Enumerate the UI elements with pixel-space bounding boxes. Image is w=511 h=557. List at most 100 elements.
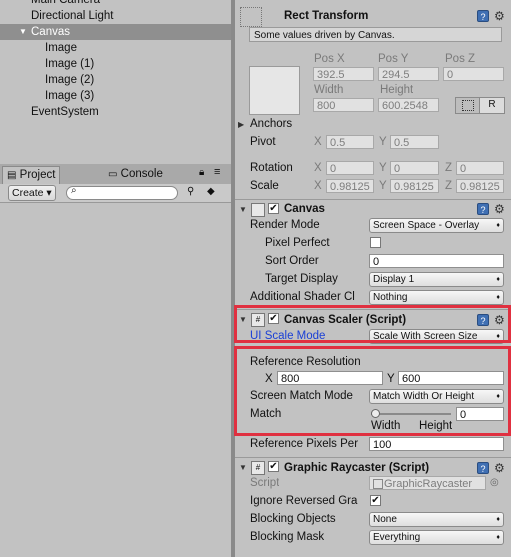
match-label: Match [250,408,282,420]
pivot-x-field[interactable]: 0.5 [326,135,374,149]
ref-x-field[interactable]: 800 [277,371,383,385]
graphic-raycaster-enabled-checkbox[interactable]: ✔ [268,461,279,472]
search-icon: ⌕ [71,185,77,196]
hierarchy-item-image-3[interactable]: Image (3) [45,88,94,104]
driven-notice: Some values driven by Canvas. [249,27,502,42]
match-height-label: Height [419,420,453,432]
scale-z-field[interactable]: 0.98125 [456,179,504,193]
rect-transform-title: Rect Transform [284,10,369,22]
shader-channels-label: Additional Shader Cl [250,291,355,303]
rotation-label: Rotation [250,162,293,174]
pixel-perfect-checkbox[interactable] [370,237,381,248]
graphic-raycaster-fold-icon[interactable]: ▼ [239,463,247,473]
object-picker-icon[interactable]: ◎ [490,477,499,488]
scale-y-field[interactable]: 0.98125 [390,179,439,193]
screen-match-mode-dropdown[interactable]: Match Width Or Height ♦ [369,389,504,404]
canvas-fold-icon[interactable]: ▼ [239,205,247,215]
height-label: Height [380,84,414,96]
rot-y-field[interactable]: 0 [390,161,439,175]
reference-pixels-label: Reference Pixels Per [250,438,359,450]
match-slider-track[interactable] [371,413,451,415]
menu-icon[interactable]: ≡ [214,166,220,178]
lock-icon[interactable]: 🔒︎ [199,167,204,178]
graphic-raycaster-title: Graphic Raycaster (Script) [284,462,430,474]
rot-x-field[interactable]: 0 [326,161,374,175]
search-input[interactable]: ⌕ [66,185,178,200]
dropdown-arrow-icon: ♦ [496,516,500,523]
canvas-component-header[interactable]: ▼ ✔ Canvas ? ⚙ [235,199,511,218]
hierarchy-item-directional-light[interactable]: Directional Light [31,8,113,24]
rot-z-field[interactable]: 0 [456,161,504,175]
canvas-enabled-checkbox[interactable]: ✔ [268,203,279,214]
pos-y-label: Pos Y [378,53,409,65]
gear-icon[interactable]: ⚙ [494,314,505,326]
ui-scale-mode-label: UI Scale Mode [250,330,326,342]
canvas-scaler-enabled-checkbox[interactable]: ✔ [268,313,279,324]
help-icon[interactable]: ? [477,314,489,326]
ref-y-field[interactable]: 600 [398,371,504,385]
target-display-label: Target Display [265,273,338,285]
hierarchy-item-canvas[interactable]: ▼ Canvas [0,24,231,40]
raw-edit-button[interactable]: R [479,97,505,114]
anchors-fold-icon[interactable]: ▶ [238,120,244,130]
ignore-reversed-checkbox[interactable]: ✔ [370,495,381,506]
scale-x-field[interactable]: 0.98125 [326,179,374,193]
blocking-objects-dropdown[interactable]: None ♦ [369,512,504,527]
gear-icon[interactable]: ⚙ [494,203,505,215]
blocking-mask-dropdown[interactable]: Everything ♦ [369,530,504,545]
blueprint-mode-button[interactable] [455,97,481,114]
dropdown-arrow-icon: ♦ [496,294,500,301]
canvas-component-icon [251,203,265,217]
anchors-label[interactable]: Anchors [250,116,292,132]
expand-arrow-icon[interactable]: ▼ [19,24,27,40]
target-display-dropdown[interactable]: Display 1 ♦ [369,272,504,287]
reference-resolution-label: Reference Resolution [250,356,361,368]
pivot-y-label: Y [379,136,387,148]
dropdown-arrow-icon: ♦ [496,276,500,283]
hierarchy-item-image-2[interactable]: Image (2) [45,72,94,88]
dropdown-arrow-icon: ♦ [496,393,500,400]
graphic-raycaster-header[interactable]: ▼ # ✔ Graphic Raycaster (Script) ? ⚙ [235,457,511,476]
height-field[interactable]: 600.2548 [378,98,439,112]
project-tabbar: ▤ Project ▭ Console 🔒︎ ≡ [0,164,231,185]
tab-project[interactable]: ▤ Project [2,166,61,185]
dropdown-arrow-icon: ♦ [496,333,500,340]
help-icon[interactable]: ? [477,203,489,215]
pos-x-field[interactable]: 392.5 [313,67,374,81]
hierarchy-item-eventsystem[interactable]: EventSystem [31,104,99,120]
gear-icon[interactable]: ⚙ [494,10,505,22]
ui-scale-mode-dropdown[interactable]: Scale With Screen Size ♦ [369,329,504,344]
script-file-icon [373,479,383,489]
match-value-field[interactable]: 0 [456,407,504,421]
create-button[interactable]: Create ▾ [8,185,56,201]
pixel-perfect-label: Pixel Perfect [265,237,330,249]
hierarchy-item-image[interactable]: Image [45,40,77,56]
blocking-objects-label: Blocking Objects [250,513,336,525]
script-label: Script [250,477,280,489]
shader-channels-dropdown[interactable]: Nothing ♦ [369,290,504,305]
ignore-reversed-label: Ignore Reversed Gra [250,495,358,507]
canvas-scaler-header[interactable]: ▼ # ✔ Canvas Scaler (Script) ? ⚙ [235,309,511,328]
pivot-y-field[interactable]: 0.5 [390,135,439,149]
canvas-scaler-fold-icon[interactable]: ▼ [239,315,247,325]
filter-label-icon[interactable]: ◆ [207,186,215,197]
anchor-presets-button[interactable] [249,66,300,115]
script-field[interactable]: GraphicRaycaster [369,476,486,490]
pos-z-label: Pos Z [445,53,476,65]
sort-order-field[interactable]: 0 [369,254,504,268]
hierarchy-item-image-1[interactable]: Image (1) [45,56,94,72]
scale-x-label: X [314,180,322,192]
match-slider-thumb[interactable] [371,409,380,418]
help-icon[interactable]: ? [477,10,489,22]
render-mode-dropdown[interactable]: Screen Space - Overlay ♦ [369,218,504,233]
width-field[interactable]: 800 [313,98,374,112]
help-icon[interactable]: ? [477,462,489,474]
tab-console[interactable]: ▭ Console [104,166,167,184]
pos-z-field[interactable]: 0 [443,67,504,81]
filter-type-icon[interactable]: ⚲ [187,186,194,197]
reference-pixels-field[interactable]: 100 [369,437,504,451]
pos-y-field[interactable]: 294.5 [378,67,439,81]
gear-icon[interactable]: ⚙ [494,462,505,474]
hierarchy-item-main-camera[interactable]: Main Camera [31,0,100,8]
sort-order-label: Sort Order [265,255,319,267]
